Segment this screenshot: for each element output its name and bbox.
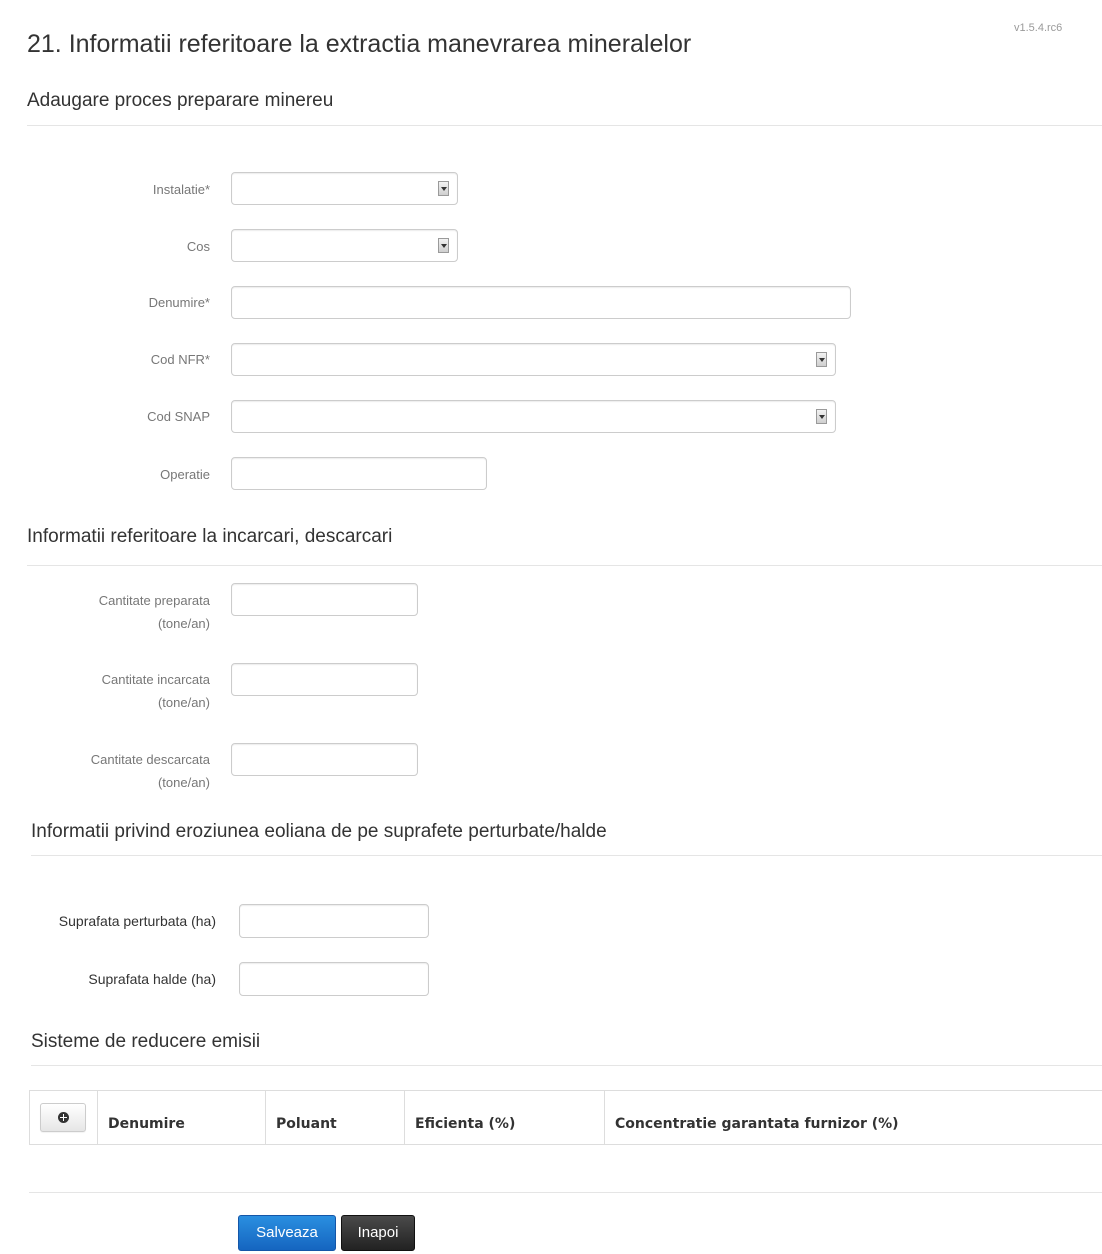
operatie-label: Operatie [160,467,210,482]
version-label: v1.5.4.rc6 [1014,22,1063,34]
emissions-table: Denumire Poluant Eficienta (%) Concentra… [29,1090,1102,1145]
chevron-down-icon [438,180,449,196]
cod-nfr-label: Cod NFR* [150,352,210,367]
instalatie-label: Instalatie* [152,182,210,197]
plus-circle-icon [58,1112,69,1123]
cantitate-preparata-input[interactable] [231,583,418,616]
column-header-denumire: Denumire [97,1091,265,1144]
cod-snap-label: Cod SNAP [147,409,210,424]
section-divider [27,565,1102,566]
cantitate-preparata-label-line2: (tone/an) [157,616,210,631]
cantitate-descarcata-label-line2: (tone/an) [157,775,210,790]
cantitate-incarcata-label: Cantitate incarcata (tone/an) [40,668,210,714]
cantitate-incarcata-label-line1: Cantitate incarcata [101,672,210,687]
cantitate-preparata-label-line1: Cantitate preparata [98,593,210,608]
suprafata-perturbata-label: Suprafata perturbata (ha) [58,913,216,929]
section-divider [31,855,1102,856]
chevron-down-icon [438,237,449,253]
suprafata-perturbata-input[interactable] [239,904,429,938]
add-row-button[interactable] [40,1103,86,1132]
suprafata-halde-label: Suprafata halde (ha) [88,971,216,987]
denumire-label: Denumire* [148,295,210,310]
column-header-eficienta: Eficienta (%) [404,1091,604,1144]
instalatie-select[interactable] [231,172,458,205]
section-title-process: Adaugare proces preparare minereu [27,90,334,111]
cos-label: Cos [186,239,210,254]
page-title: 21. Informatii referitoare la extractia … [27,30,692,58]
back-button[interactable]: Inapoi [341,1215,415,1251]
section-title-loading: Informatii referitoare la incarcari, des… [27,526,393,547]
suprafata-halde-input[interactable] [239,962,429,996]
form-footer-divider [29,1192,1102,1193]
section-divider [31,1065,1102,1066]
save-button[interactable]: Salveaza [238,1215,336,1251]
cod-nfr-select[interactable] [231,343,836,376]
column-header-concentratie: Concentratie garantata furnizor (%) [604,1091,1102,1144]
cantitate-descarcata-input[interactable] [231,743,418,776]
cantitate-incarcata-input[interactable] [231,663,418,696]
section-divider [27,125,1102,126]
cod-snap-select[interactable] [231,400,836,433]
cos-select[interactable] [231,229,458,262]
operatie-input[interactable] [231,457,487,490]
cantitate-preparata-label: Cantitate preparata (tone/an) [40,589,210,635]
section-title-erosion: Informatii privind eroziunea eoliana de … [31,821,607,842]
chevron-down-icon [816,408,827,424]
cantitate-descarcata-label-line1: Cantitate descarcata [90,752,210,767]
cantitate-incarcata-label-line2: (tone/an) [157,695,210,710]
denumire-input[interactable] [231,286,851,319]
column-header-poluant: Poluant [265,1091,404,1144]
chevron-down-icon [816,351,827,367]
section-title-emissions: Sisteme de reducere emisii [31,1031,261,1052]
cantitate-descarcata-label: Cantitate descarcata (tone/an) [40,748,210,794]
